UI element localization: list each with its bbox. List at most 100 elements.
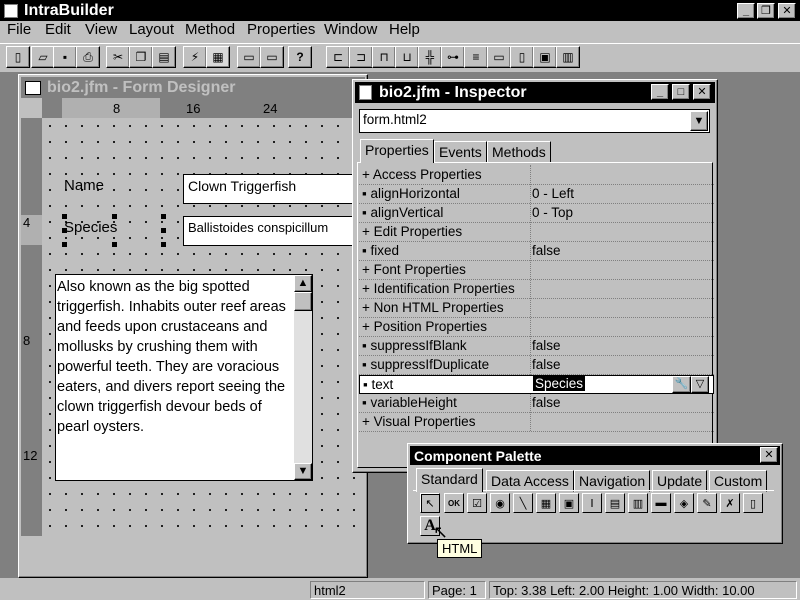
line-tool-icon[interactable]: ╲	[513, 493, 533, 513]
align-right-icon[interactable]: ⊐	[349, 46, 373, 68]
selection-handle[interactable]	[161, 242, 166, 247]
space-horizontal-icon[interactable]: ⊶	[441, 46, 465, 68]
selection-handle[interactable]	[62, 228, 67, 233]
scroll-down-arrow-icon[interactable]: ▼	[294, 463, 312, 480]
palette-tab-custom[interactable]: Custom	[709, 470, 768, 492]
menu-layout[interactable]: Layout	[129, 21, 174, 38]
print-icon[interactable]: ⎙	[76, 46, 100, 68]
help-icon[interactable]: ?	[288, 46, 312, 68]
image-tool-icon[interactable]: ▦	[536, 493, 556, 513]
rectangle-tool-icon[interactable]: ▣	[559, 493, 579, 513]
copy-icon[interactable]: ❐	[129, 46, 153, 68]
property-row[interactable]: ▪ fixed false	[359, 242, 714, 261]
save-icon[interactable]: ▪	[53, 46, 77, 68]
close-button[interactable]: ✕	[778, 3, 796, 19]
wrench-icon[interactable]: 🔧	[672, 376, 691, 393]
property-row[interactable]: + Identification Properties	[359, 280, 714, 299]
menu-edit[interactable]: Edit	[45, 21, 71, 38]
species-field[interactable]: Ballistoides conspicillum	[183, 216, 368, 246]
center-form-icon[interactable]: ▥	[556, 46, 580, 68]
checkbox-tool-icon[interactable]: ☑	[467, 493, 487, 513]
text-field-tool-icon[interactable]: Ⅰ	[582, 493, 602, 513]
combobox-tool-icon[interactable]: ▬	[651, 493, 671, 513]
menu-help[interactable]: Help	[389, 21, 420, 38]
species-label[interactable]: Species	[64, 219, 117, 236]
property-row[interactable]: ▪ suppressIfBlank false	[359, 337, 714, 356]
run-icon[interactable]: ⚡	[183, 46, 207, 68]
paste-icon[interactable]: ▤	[152, 46, 176, 68]
description-scrollbar[interactable]: ▲ ▼	[294, 275, 312, 480]
property-row[interactable]: + Visual Properties	[359, 413, 714, 432]
value-dropdown-icon[interactable]: ▽	[691, 376, 709, 393]
scroll-thumb[interactable]	[294, 292, 312, 311]
menu-view[interactable]: View	[85, 21, 117, 38]
inspector-maximize-button[interactable]: □	[672, 84, 690, 100]
size-to-fit-icon[interactable]: ▣	[533, 46, 557, 68]
align-bottom-icon[interactable]: ⊔	[395, 46, 419, 68]
same-width-icon[interactable]: ▭	[487, 46, 511, 68]
cut-icon[interactable]: ✂	[106, 46, 130, 68]
activex-tool-icon[interactable]: ▯	[743, 493, 763, 513]
property-row[interactable]: + Non HTML Properties	[359, 299, 714, 318]
design-mode-icon[interactable]: ▦	[206, 46, 230, 68]
object-selector[interactable]: form.html2	[359, 109, 710, 133]
space-vertical-icon[interactable]: ≡	[464, 46, 488, 68]
ruler-h-label: 8	[113, 101, 121, 116]
scroll-up-arrow-icon[interactable]: ▲	[294, 275, 312, 292]
minimize-button[interactable]: _	[737, 3, 755, 19]
property-row[interactable]: + Font Properties	[359, 261, 714, 280]
palette-close-button[interactable]: ✕	[760, 447, 778, 463]
inspector-minimize-button[interactable]: _	[651, 84, 669, 100]
property-row[interactable]: ▪ alignVertical 0 - Top	[359, 204, 714, 223]
palette-title: Component Palette	[414, 447, 542, 464]
align-center-icon[interactable]: ╬	[418, 46, 442, 68]
new-file-icon[interactable]: ▯	[6, 46, 30, 68]
pointer-tool-icon[interactable]: ↖	[420, 493, 440, 513]
selection-handle[interactable]	[62, 242, 67, 247]
selection-handle[interactable]	[161, 214, 166, 219]
property-row[interactable]: + Position Properties	[359, 318, 714, 337]
property-row[interactable]: ▪ suppressIfDuplicate false	[359, 356, 714, 375]
password-tool-icon[interactable]: ✎	[697, 493, 717, 513]
form-designer-title: bio2.jfm - Form Designer	[47, 78, 236, 96]
palette-tab-data-access[interactable]: Data Access	[486, 470, 574, 492]
menu-file[interactable]: File	[7, 21, 31, 38]
radio-tool-icon[interactable]: ◉	[490, 493, 510, 513]
align-left-icon[interactable]: ⊏	[326, 46, 350, 68]
name-field[interactable]: Clown Triggerfish	[183, 174, 368, 204]
palette-tab-navigation[interactable]: Navigation	[574, 470, 651, 492]
align-top-icon[interactable]: ⊓	[372, 46, 396, 68]
tab-methods[interactable]: Methods	[487, 141, 551, 163]
selection-handle[interactable]	[112, 214, 117, 219]
menu-method[interactable]: Method	[185, 21, 235, 38]
restore-button[interactable]: ❐	[757, 3, 775, 19]
tab-events[interactable]: Events	[434, 141, 487, 163]
palette-tab-standard[interactable]: Standard	[416, 468, 483, 492]
open-folder-icon[interactable]: ▱	[31, 46, 55, 68]
property-row[interactable]: ▪ alignHorizontal 0 - Left	[359, 185, 714, 204]
tab-properties[interactable]: Properties	[360, 139, 434, 163]
hidden-tool-icon[interactable]: ◈	[674, 493, 694, 513]
menu-properties[interactable]: Properties	[247, 21, 315, 38]
palette-tab-update[interactable]: Update	[652, 470, 708, 492]
text-value-editor[interactable]: Species	[533, 376, 586, 391]
selection-handle[interactable]	[112, 242, 117, 247]
dropdown-arrow-icon[interactable]: ▼	[690, 111, 708, 131]
description-textarea[interactable]: Also known as the big spotted triggerfis…	[55, 274, 313, 481]
same-height-icon[interactable]: ▯	[510, 46, 534, 68]
name-label[interactable]: Name	[64, 177, 104, 194]
property-row[interactable]: + Access Properties	[359, 166, 714, 185]
textarea-tool-icon[interactable]: ▤	[605, 493, 625, 513]
new-page-icon[interactable]: ▭	[237, 46, 261, 68]
property-row-selected[interactable]: ▪ text Species	[359, 375, 714, 394]
selection-handle[interactable]	[62, 214, 67, 219]
reset-tool-icon[interactable]: ✗	[720, 493, 740, 513]
add-page-icon[interactable]: ▭	[260, 46, 284, 68]
menu-window[interactable]: Window	[324, 21, 377, 38]
listbox-tool-icon[interactable]: ▥	[628, 493, 648, 513]
inspector-close-button[interactable]: ✕	[693, 84, 711, 100]
selection-handle[interactable]	[161, 228, 166, 233]
property-row[interactable]: + Edit Properties	[359, 223, 714, 242]
property-row[interactable]: ▪ variableHeight false	[359, 394, 714, 413]
button-tool-icon[interactable]: OK	[444, 493, 464, 513]
